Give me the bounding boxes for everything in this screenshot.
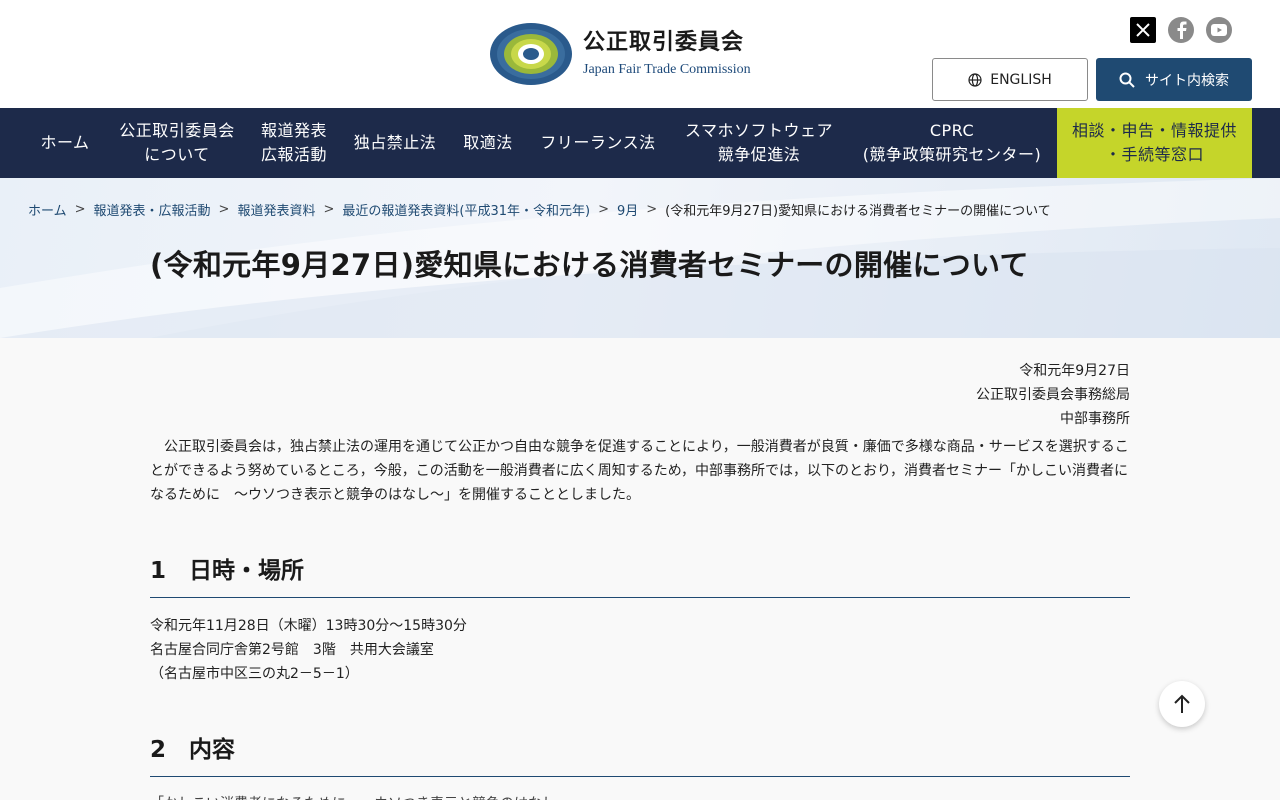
site-search-button[interactable]: サイト内検索 — [1096, 58, 1252, 101]
nav-label: CPRC — [929, 121, 975, 140]
section-heading-content: 2 内容 — [150, 730, 1130, 777]
english-button[interactable]: ENGLISH — [932, 58, 1088, 101]
site-header: 公正取引委員会 Japan Fair Trade Commission ENGL… — [0, 0, 1280, 108]
youtube-icon[interactable] — [1206, 17, 1232, 43]
breadcrumb-separator: > — [323, 202, 335, 217]
nav-item-cprc[interactable]: CPRC (競争政策研究センター) — [852, 108, 1052, 178]
press-release-meta: 令和元年9月27日 公正取引委員会事務総局 中部事務所 — [976, 359, 1130, 431]
nav-label: 公正取引委員会 — [119, 121, 235, 140]
section-content-body: 「かしこい消費者になるために ～ウソつき表示と競争のはなし～」 — [150, 792, 584, 800]
nav-item-home[interactable]: ホーム — [28, 108, 102, 178]
nav-item-about[interactable]: 公正取引委員会 について — [110, 108, 244, 178]
nav-label: ・手続等窓口 — [1104, 145, 1204, 164]
page-hero: ホーム > 報道発表・広報活動 > 報道発表資料 > 最近の報道発表資料(平成3… — [0, 178, 1280, 338]
nav-item-press[interactable]: 報道発表 広報活動 — [252, 108, 336, 178]
globe-icon — [968, 72, 982, 87]
nav-label: スマホソフトウェア — [684, 121, 834, 140]
nav-item-smartphone[interactable]: スマホソフトウェア 競争促進法 — [674, 108, 844, 178]
breadcrumb-separator: > — [598, 202, 609, 217]
site-search-label: サイト内検索 — [1145, 72, 1229, 89]
lead-paragraph: 公正取引委員会は，独占禁止法の運用を通じて公正かつ自由な競争を促進することにより… — [150, 439, 1129, 503]
release-issuer: 公正取引委員会事務総局 — [976, 387, 1130, 403]
breadcrumb-press-materials[interactable]: 報道発表資料 — [237, 200, 315, 219]
event-datetime: 令和元年11月28日（木曜）13時30分～15時30分 — [150, 618, 467, 634]
section-heading-datetime: 1 日時・場所 — [150, 551, 1130, 598]
x-icon[interactable] — [1130, 17, 1156, 43]
nav-label: 広報活動 — [260, 145, 327, 164]
nav-label: について — [144, 145, 210, 164]
arrow-up-icon — [1174, 694, 1190, 713]
nav-item-freelance[interactable]: フリーランス法 — [530, 108, 666, 178]
nav-label: 相談・申告・情報提供 — [1071, 121, 1237, 140]
breadcrumb-home[interactable]: ホーム — [28, 200, 67, 219]
breadcrumb-separator: > — [218, 202, 230, 217]
page-title: (令和元年9月27日)愛知県における消費者セミナーの開催について — [150, 248, 1029, 282]
nav-label: 報道発表 — [260, 121, 327, 140]
breadcrumb-current: (令和元年9月27日)愛知県における消費者セミナーの開催について — [665, 204, 1051, 219]
nav-label: ホーム — [40, 133, 90, 152]
nav-label: 取適法 — [463, 133, 513, 152]
section-datetime-body: 令和元年11月28日（木曜）13時30分～15時30分 名古屋合同庁舎第2号館 … — [150, 614, 467, 686]
breadcrumb-separator: > — [646, 202, 658, 217]
english-button-label: ENGLISH — [990, 71, 1052, 88]
jftc-emblem-icon — [490, 23, 572, 85]
breadcrumb-press[interactable]: 報道発表・広報活動 — [94, 200, 211, 219]
nav-label: (競争政策研究センター) — [862, 145, 1042, 164]
nav-item-subcontract[interactable]: 取適法 — [454, 108, 522, 178]
breadcrumb: ホーム > 報道発表・広報活動 > 報道発表資料 > 最近の報道発表資料(平成3… — [28, 200, 1051, 219]
event-venue: 名古屋合同庁舎第2号館 3階 共用大会議室 — [150, 642, 434, 658]
org-name-en: Japan Fair Trade Commission — [583, 62, 751, 77]
nav-item-consultation[interactable]: 相談・申告・情報提供 ・手続等窓口 — [1057, 108, 1252, 178]
nav-label: フリーランス法 — [540, 133, 656, 152]
back-to-top-button[interactable] — [1159, 681, 1205, 727]
nav-item-antimonopoly[interactable]: 独占禁止法 — [344, 108, 446, 178]
facebook-icon[interactable] — [1168, 17, 1194, 43]
release-office: 中部事務所 — [1060, 411, 1130, 427]
breadcrumb-separator: > — [74, 202, 86, 217]
org-name-jp: 公正取引委員会 — [583, 30, 745, 55]
breadcrumb-recent[interactable]: 最近の報道発表資料(平成31年・令和元年) — [342, 200, 590, 219]
nav-label: 競争促進法 — [717, 145, 801, 164]
global-nav: ホーム 公正取引委員会 について 報道発表広報活動 独占禁止法 取適法 フリーラン… — [0, 108, 1280, 178]
release-date: 令和元年9月27日 — [1019, 363, 1130, 379]
event-address: （名古屋市中区三の丸2－5－1） — [150, 666, 359, 682]
nav-label: 独占禁止法 — [353, 133, 437, 152]
search-icon — [1119, 72, 1135, 88]
site-logo[interactable]: 公正取引委員会 Japan Fair Trade Commission — [489, 22, 751, 86]
breadcrumb-september[interactable]: 9月 — [617, 200, 638, 219]
